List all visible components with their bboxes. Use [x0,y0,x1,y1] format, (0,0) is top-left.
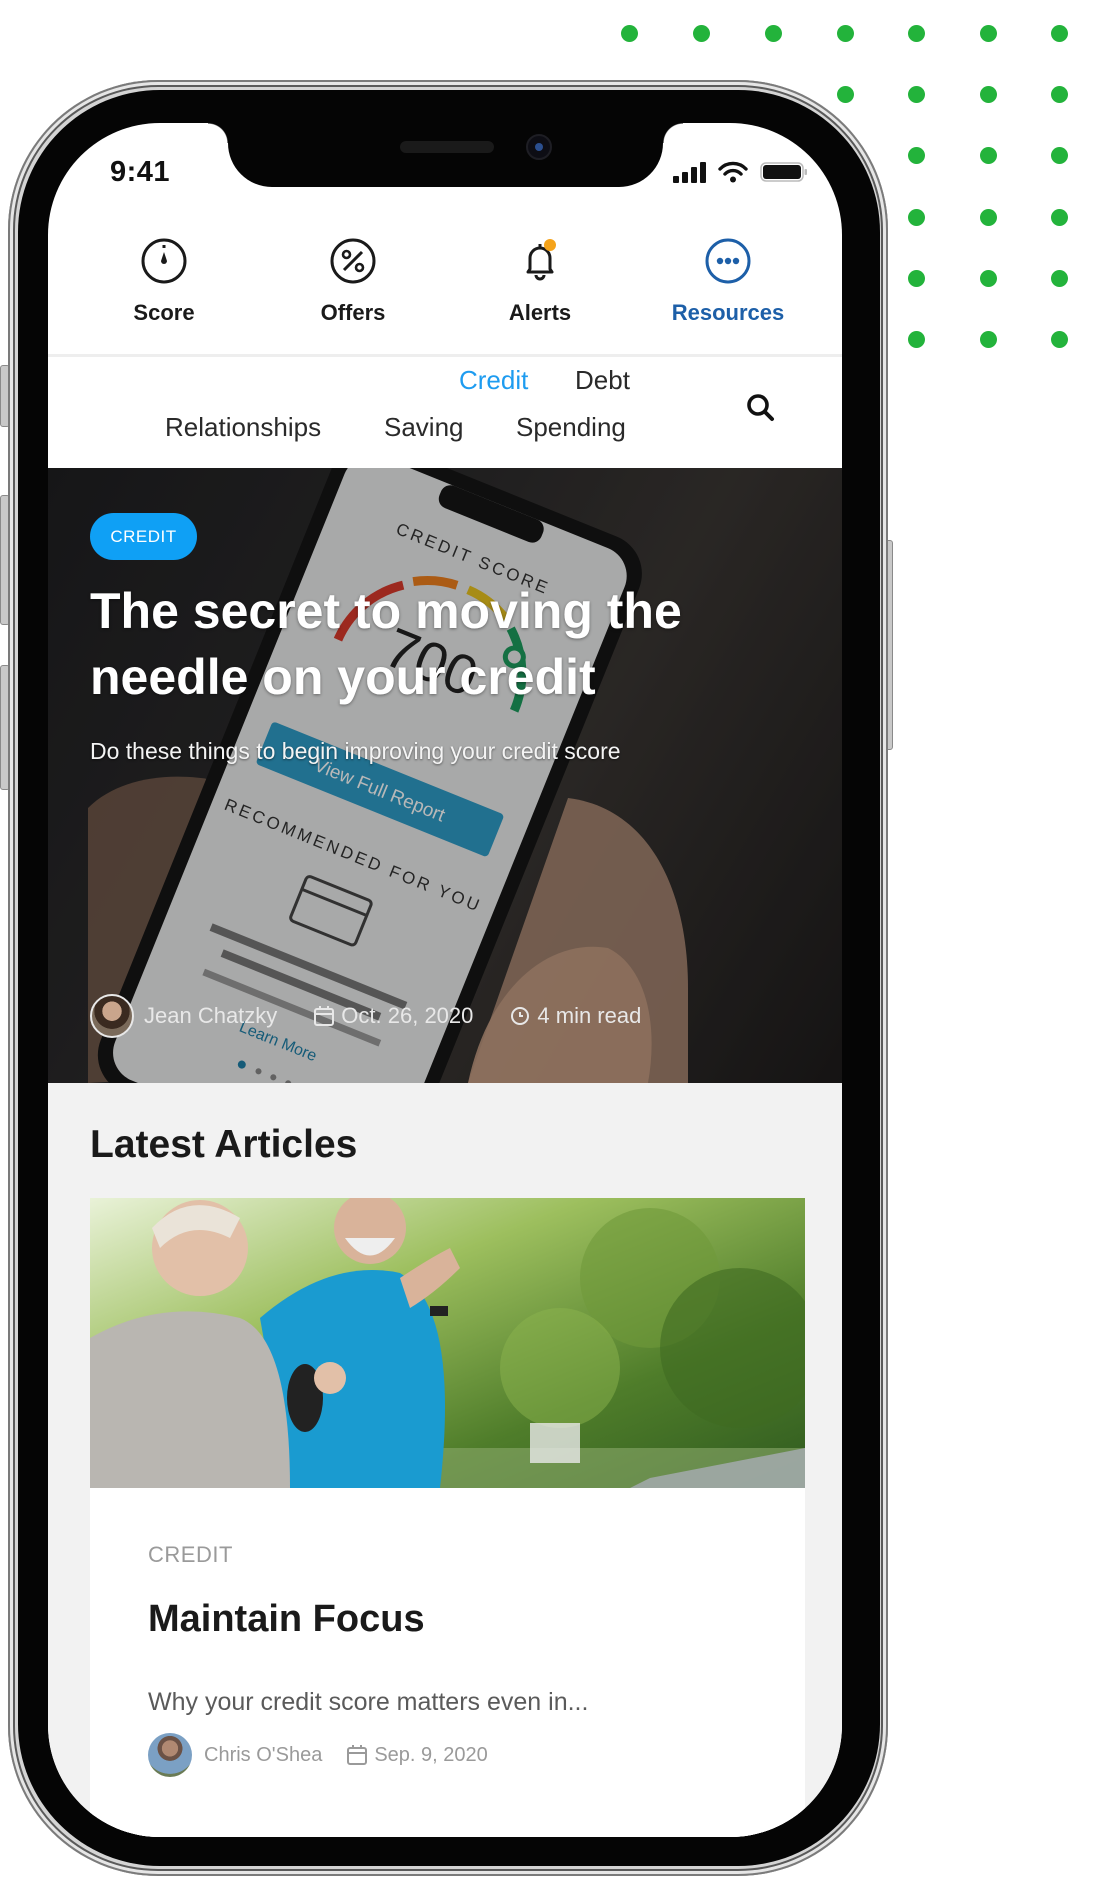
percent-icon [328,236,378,286]
publish-date: Sep. 9, 2020 [374,1743,488,1766]
wifi-icon [718,161,748,183]
author-avatar [90,994,134,1038]
author-avatar [148,1733,192,1777]
decorative-dot [837,25,854,42]
article-title[interactable]: Maintain Focus [148,1598,425,1641]
category-badge[interactable]: CREDIT [90,513,197,560]
article-card[interactable]: CREDIT Maintain Focus Why your credit sc… [90,1198,805,1837]
decorative-dot [980,86,997,103]
decorative-dot [1051,25,1068,42]
cellular-signal-icon [673,161,706,183]
author-name: Jean Chatzky [144,1003,278,1028]
decorative-dot [1051,209,1068,226]
battery-icon [760,161,808,183]
decorative-dot [908,147,925,164]
author-name: Chris O'Shea [204,1743,323,1766]
gauge-icon [139,236,189,286]
bell-icon [515,236,565,286]
latest-articles-section: Latest Articles CREDIT Maintain Focus Wh… [48,1083,842,1837]
search-icon [747,394,774,421]
more-dots-icon [703,236,753,286]
tab-score[interactable]: Score [79,218,249,326]
front-camera [526,134,552,160]
decorative-dot [980,209,997,226]
publish-date: Oct. 26, 2020 [341,1003,474,1028]
decorative-dot [908,86,925,103]
clock-icon [509,1005,531,1027]
subnav-item-spending[interactable]: Spending [516,412,626,443]
alert-badge [544,239,556,251]
tab-resources[interactable]: Resources [643,218,813,326]
status-icons [673,159,808,185]
subnav-item-credit[interactable]: Credit [459,365,528,396]
tab-alerts[interactable]: Alerts [455,218,625,326]
article-image [90,1198,805,1488]
decorative-dot [837,86,854,103]
decorative-dot [980,331,997,348]
tab-label: Offers [320,300,386,325]
read-time: 4 min read [537,1003,642,1028]
tab-offers[interactable]: Offers [268,218,438,326]
featured-article-hero[interactable]: CREDIT SCORE 700 View Full Report RECOMM… [48,468,842,1083]
decorative-dot [1051,331,1068,348]
calendar-icon [346,1744,368,1766]
tab-label: Alerts [508,300,572,325]
tab-label: Resources [671,300,785,325]
decorative-dot [908,331,925,348]
decorative-dot [1051,86,1068,103]
article-category: CREDIT [148,1542,233,1567]
top-tab-bar: Score Offers Alerts Resources [48,218,842,354]
decorative-dot [908,25,925,42]
decorative-dot [980,25,997,42]
subnav-item-debt[interactable]: Debt [575,365,630,396]
phone-screen: 9:41 Score Offers Alerts Resources Credi… [48,123,842,1837]
tab-label: Score [133,300,195,325]
calendar-icon [313,1005,335,1027]
category-subnav: Credit Debt Relationships Saving Spendin… [48,354,842,468]
decorative-dot [980,270,997,287]
decorative-dot [693,25,710,42]
section-title: Latest Articles [90,1123,358,1166]
decorative-dot [980,147,997,164]
subnav-item-relationships[interactable]: Relationships [165,412,321,443]
article-meta: Chris O'Shea Sep. 9, 2020 [148,1733,488,1777]
subnav-item-saving[interactable]: Saving [384,412,464,443]
article-excerpt: Why your credit score matters even in... [148,1688,589,1716]
decorative-dot [621,25,638,42]
decorative-dot [765,25,782,42]
article-body: CREDIT Maintain Focus Why your credit sc… [90,1488,805,1837]
speaker-grille [400,141,494,153]
hero-dark-overlay [48,468,842,1083]
hero-meta: Jean Chatzky Oct. 26, 2020 4 min read [90,993,641,1039]
hero-title[interactable]: The secret to moving the needle on your … [90,578,710,710]
decorative-dot [908,270,925,287]
status-time: 9:41 [110,156,171,188]
search-button[interactable] [744,391,778,425]
decorative-dot [1051,147,1068,164]
hero-subtitle: Do these things to begin improving your … [90,738,621,764]
phone-notch [208,123,683,187]
decorative-dot [1051,270,1068,287]
decorative-dot [908,209,925,226]
